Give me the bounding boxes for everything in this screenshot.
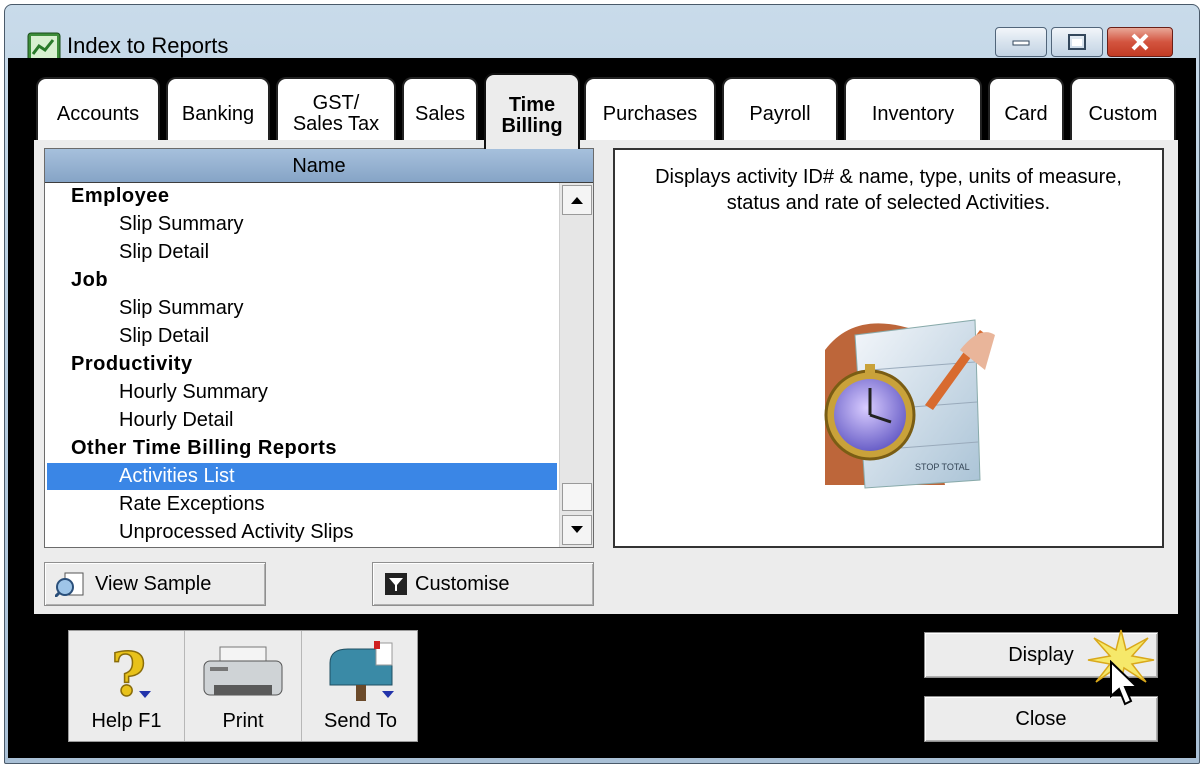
help-label: Help F1 (91, 710, 162, 732)
report-list-body: Employee Slip Summary Slip Detail Job Sl… (45, 183, 559, 547)
list-item[interactable]: Slip Detail (47, 239, 557, 266)
tab-accounts[interactable]: Accounts (36, 77, 160, 141)
tab-purchases[interactable]: Purchases (584, 77, 716, 141)
tab-label: Custom (1088, 102, 1158, 125)
send-to-label: Send To (323, 710, 398, 732)
scroll-up-button[interactable] (562, 185, 592, 215)
customise-label: Customise (415, 572, 510, 595)
display-label: Display (1008, 643, 1074, 666)
tab-sales[interactable]: Sales (402, 77, 478, 141)
tab-time-billing[interactable]: Time Billing (484, 73, 580, 149)
tab-gst-sales-tax[interactable]: GST/ Sales Tax (276, 77, 396, 141)
view-sample-label: View Sample (95, 572, 212, 595)
window-title: Index to Reports (67, 33, 229, 58)
view-sample-button[interactable]: View Sample (44, 562, 266, 606)
list-group-row[interactable]: Employee (47, 183, 557, 210)
help-button[interactable]: ? Help F1 (69, 631, 185, 741)
report-list[interactable]: Name Employee Slip Summary Slip Detail J… (44, 148, 594, 548)
tab-inventory[interactable]: Inventory (844, 77, 982, 141)
printer-icon (203, 646, 283, 696)
magnifier-page-icon (55, 571, 87, 597)
window-close-button[interactable] (1107, 27, 1173, 57)
title-bar[interactable]: Index to Reports (5, 5, 1199, 62)
svg-text:?: ? (111, 641, 146, 705)
list-item[interactable]: Slip Summary (47, 295, 557, 322)
tab-label: Payroll (749, 102, 811, 125)
mailbox-icon (329, 641, 394, 701)
tab-label-line1: GST/ (312, 92, 360, 114)
tab-label: Banking (181, 102, 255, 125)
help-question-icon: ? (110, 641, 151, 705)
tab-banking[interactable]: Banking (166, 77, 270, 141)
report-description-box: Displays activity ID# & name, type, unit… (613, 148, 1164, 548)
tab-custom[interactable]: Custom (1070, 77, 1176, 141)
arrow-down-icon (571, 526, 583, 533)
arrow-up-icon (571, 197, 583, 204)
list-item[interactable]: Rate Exceptions (47, 491, 557, 518)
list-column-header[interactable]: Name (45, 149, 593, 183)
report-description: Displays activity ID# & name, type, unit… (655, 166, 1122, 214)
list-item[interactable]: Hourly Detail (47, 407, 557, 434)
scroll-down-button[interactable] (562, 515, 592, 545)
tab-payroll[interactable]: Payroll (722, 77, 838, 141)
tab-label: Card (1004, 102, 1048, 125)
bottom-toolbar: ? Help F1 Print Send To (68, 630, 418, 742)
mouse-pointer-icon (1110, 660, 1140, 706)
tab-label-line2: Sales Tax (292, 113, 380, 135)
list-item[interactable]: Slip Detail (47, 323, 557, 350)
tab-label: Accounts (56, 102, 140, 125)
tab-card[interactable]: Card (988, 77, 1064, 141)
list-group-row[interactable]: Productivity (47, 351, 557, 378)
tab-label: Purchases (602, 102, 698, 125)
minimize-button[interactable] (995, 27, 1047, 57)
list-scrollbar[interactable] (559, 183, 593, 547)
print-button[interactable]: Print (185, 631, 302, 741)
filter-icon (385, 573, 407, 595)
list-item-selected[interactable]: Activities List (47, 463, 557, 490)
list-group-row[interactable]: Other Time Billing Reports (47, 435, 557, 462)
list-item[interactable]: Hourly Summary (47, 379, 557, 406)
scroll-thumb[interactable] (562, 483, 592, 511)
maximize-icon (1068, 34, 1086, 50)
list-item[interactable]: Slip Summary (47, 211, 557, 238)
list-group-row[interactable]: Job (47, 267, 557, 294)
maximize-button[interactable] (1051, 27, 1103, 57)
tab-label: Inventory (871, 102, 955, 125)
customise-button[interactable]: Customise (372, 562, 594, 606)
tab-label-line2: Billing (501, 115, 563, 137)
close-label: Close (1015, 707, 1067, 730)
tab-label-line1: Time (508, 94, 556, 116)
tab-label: Sales (414, 102, 466, 125)
close-icon (1131, 33, 1149, 51)
stopwatch-timesheet-illustration: STOP TOTAL (824, 319, 995, 489)
minimize-icon (1012, 40, 1030, 46)
send-to-button[interactable]: Send To (302, 631, 419, 741)
list-item[interactable]: Unprocessed Activity Slips (47, 519, 557, 546)
svg-text:STOP TOTAL: STOP TOTAL (915, 462, 970, 472)
print-label: Print (222, 710, 264, 732)
